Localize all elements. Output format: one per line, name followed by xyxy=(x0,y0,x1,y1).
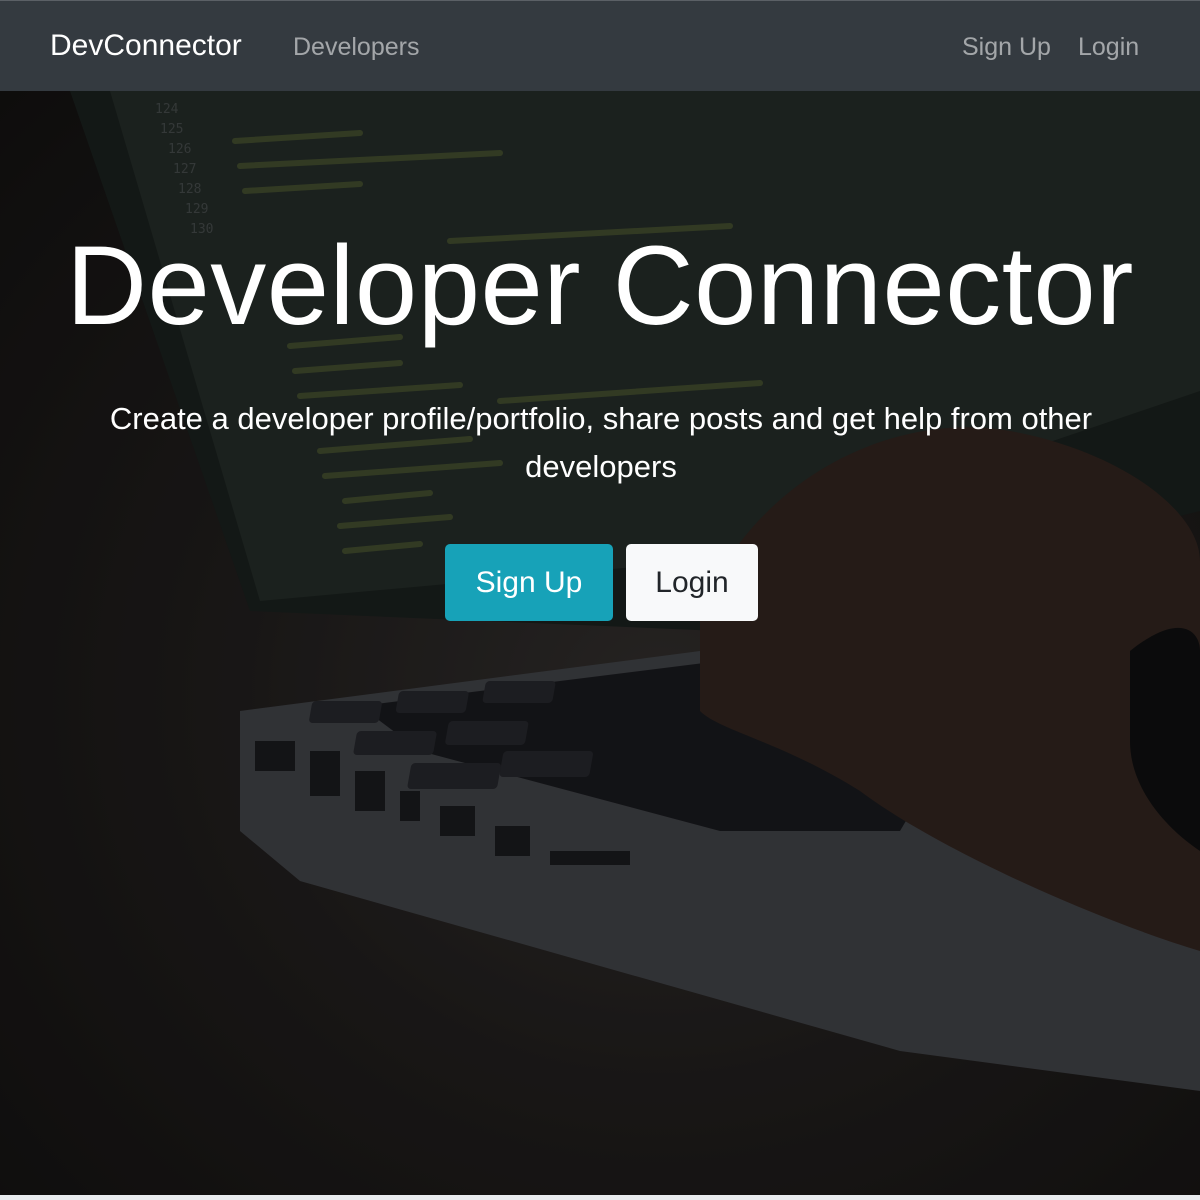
signup-button[interactable]: Sign Up xyxy=(445,544,613,621)
page-bottom-edge xyxy=(0,1195,1200,1200)
landing-inner: Developer Connector Create a developer p… xyxy=(0,91,1200,1195)
landing-section: 124 125 126 127 128 129 130 Developer Co… xyxy=(0,91,1200,1195)
nav-signup-link[interactable]: Sign Up xyxy=(962,32,1051,62)
brand-logo-link[interactable]: DevConnector xyxy=(50,29,242,63)
login-button[interactable]: Login xyxy=(626,544,758,621)
nav-developers-link[interactable]: Developers xyxy=(293,32,419,62)
lead-text: Create a developer profile/portfolio, sh… xyxy=(109,401,1093,484)
page-title: Developer Connector xyxy=(66,223,1134,348)
nav-login-link[interactable]: Login xyxy=(1078,32,1139,62)
navbar: DevConnector Developers Sign Up Login xyxy=(0,0,1200,91)
